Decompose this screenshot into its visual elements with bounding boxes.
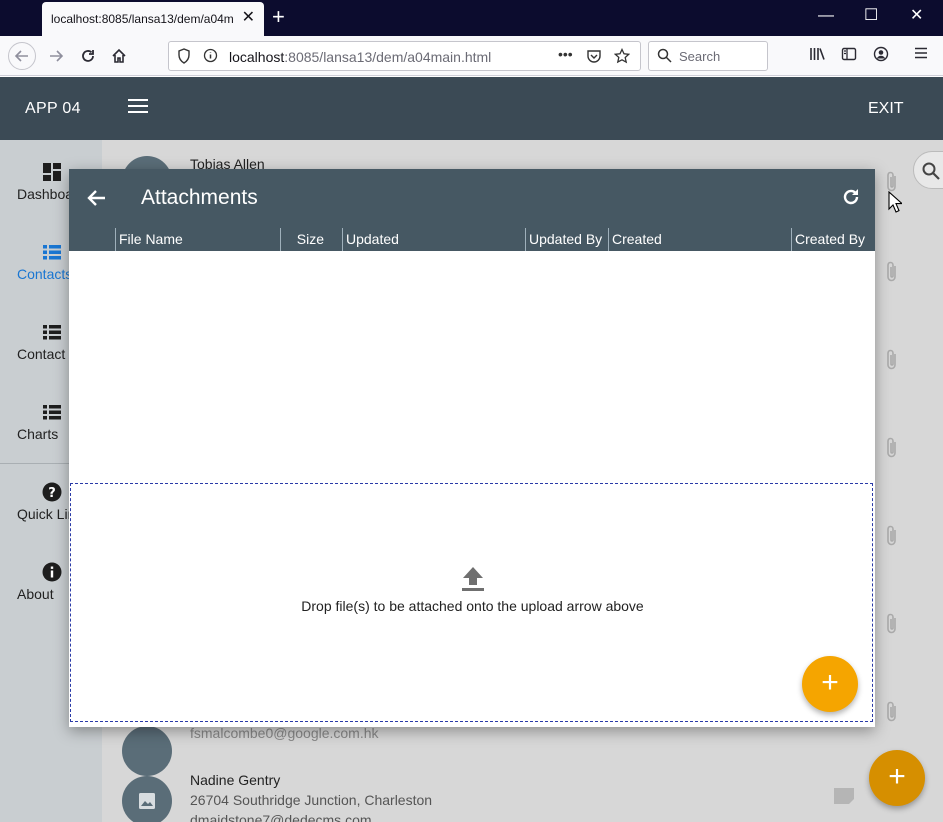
mouse-cursor-icon [888,191,902,213]
list-icon [43,325,61,340]
reload-button[interactable] [74,42,102,70]
address-bar[interactable]: localhost:8085/lansa13/dem/a04main.html … [168,41,641,71]
exit-button[interactable]: EXIT [868,100,904,118]
paperclip-icon[interactable] [885,436,899,460]
browser-tab[interactable]: localhost:8085/lansa13/dem/a04m ✕ [42,2,264,36]
help-icon: ? [42,482,62,502]
column-header-size[interactable]: Size [280,228,343,251]
back-button[interactable] [8,42,36,70]
column-header-updated-by[interactable]: Updated By [525,228,609,251]
dialog-header: Attachments [69,169,875,228]
list-item[interactable]: Nadine Gentry 26704 Southridge Junction,… [102,760,943,822]
drop-instructions: Drop file(s) to be attached onto the upl… [301,598,644,614]
paperclip-icon[interactable] [885,612,899,636]
tab-title: localhost:8085/lansa13/dem/a04m [51,12,234,26]
dialog-title: Attachments [141,186,258,209]
add-attachment-button[interactable]: + [802,656,858,712]
close-window-button[interactable]: ✕ [910,6,923,26]
minimize-window-button[interactable]: — [818,6,834,26]
contact-email: dmaidstone7@dedecms.com [190,812,372,822]
account-icon[interactable] [873,46,889,66]
sidebar-toggle-icon[interactable] [841,46,857,66]
reload-icon [82,50,94,62]
home-icon [112,48,126,63]
search-icon [922,162,940,180]
search-button[interactable] [913,151,943,189]
paperclip-icon[interactable] [885,348,899,372]
menu-icon[interactable] [128,99,148,115]
dashboard-icon [43,163,61,181]
contact-email: fsmalcombe0@google.com.hk [190,725,379,741]
home-button[interactable] [105,42,133,70]
note-icon[interactable] [833,787,855,805]
app-title: APP 04 [25,100,81,117]
column-header-created[interactable]: Created [608,228,792,251]
close-tab-icon[interactable]: ✕ [242,9,255,27]
search-icon [657,48,672,66]
avatar [122,776,172,822]
more-actions-icon[interactable]: ••• [558,46,573,62]
refresh-icon[interactable] [841,187,861,207]
attachments-table-body [69,251,875,481]
column-header-created-by[interactable]: Created By [791,228,875,251]
maximize-window-button[interactable]: ☐ [864,6,878,26]
list-icon [43,245,61,260]
library-icon[interactable] [809,46,826,66]
star-bookmark-icon[interactable] [613,47,631,67]
pocket-icon[interactable] [586,48,602,67]
browser-tabstrip: localhost:8085/lansa13/dem/a04m ✕ + — ☐ … [0,0,943,36]
search-placeholder: Search [679,49,721,64]
list-icon [43,405,61,420]
forward-button[interactable] [42,42,70,70]
upload-icon[interactable] [460,566,486,592]
file-drop-zone[interactable]: Drop file(s) to be attached onto the upl… [70,483,873,722]
app-header: APP 04 EXIT [0,77,943,140]
browser-search-box[interactable]: Search [648,41,768,71]
shield-icon[interactable] [177,48,191,67]
info-circle-icon[interactable] [203,48,218,66]
attachments-table-header: File Name Size Updated Updated By Create… [69,228,875,251]
contact-address: 26704 Southridge Junction, Charleston [190,792,433,808]
column-header-updated[interactable]: Updated [342,228,526,251]
arrow-left-icon [14,50,28,62]
image-placeholder-icon [139,793,155,809]
url-text: localhost:8085/lansa13/dem/a04main.html [229,49,492,65]
contact-name: Nadine Gentry [190,772,281,788]
info-icon [42,562,62,582]
paperclip-icon[interactable] [885,260,899,284]
arrow-right-icon [50,50,64,62]
column-header-file-name[interactable]: File Name [115,228,281,251]
hamburger-menu-icon[interactable] [914,46,928,64]
svg-text:?: ? [48,486,56,501]
add-contact-button[interactable]: + [869,750,925,806]
back-arrow-icon[interactable] [87,188,107,208]
new-tab-button[interactable]: + [272,6,285,28]
attachments-dialog: Attachments File Name Size Updated Updat… [69,169,875,727]
paperclip-icon[interactable] [885,524,899,548]
browser-navbar: localhost:8085/lansa13/dem/a04main.html … [0,36,943,76]
